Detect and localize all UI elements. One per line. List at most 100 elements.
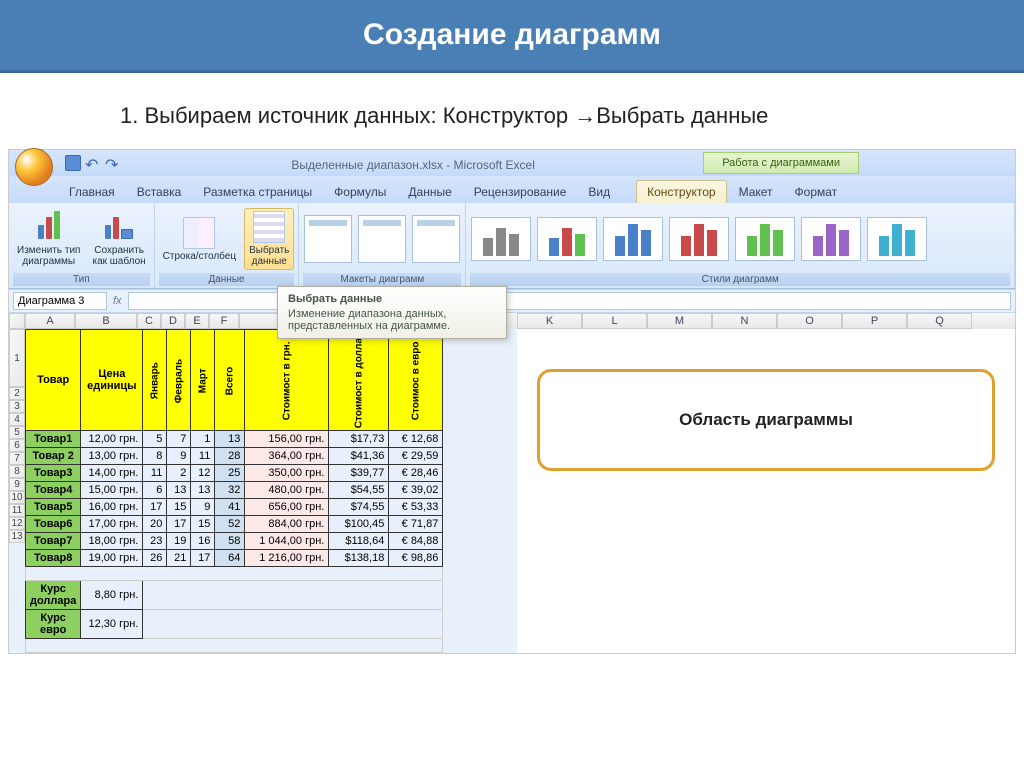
col-A[interactable]: A [25, 313, 75, 329]
table-row-name[interactable]: Товар7 [26, 533, 81, 550]
select-data-button[interactable]: Выбрать данные [244, 208, 294, 270]
table-cell[interactable]: 25 [215, 465, 245, 482]
tab-home[interactable]: Главная [59, 181, 125, 203]
hdr-mar[interactable]: Март [191, 330, 215, 431]
table-cell[interactable]: € 53,33 [389, 499, 443, 516]
table-cell[interactable]: € 28,46 [389, 465, 443, 482]
table-cell[interactable]: 14,00 грн. [81, 465, 143, 482]
table-cell[interactable]: € 71,87 [389, 516, 443, 533]
office-button[interactable] [15, 148, 53, 186]
hdr-jan[interactable]: Январь [143, 330, 167, 431]
table-cell[interactable]: $118,64 [329, 533, 389, 550]
table-cell[interactable]: 17 [167, 516, 191, 533]
tab-view[interactable]: Вид [578, 181, 620, 203]
table-cell[interactable]: € 98,86 [389, 550, 443, 567]
save-icon[interactable] [65, 155, 81, 171]
fx-icon[interactable]: fx [113, 295, 122, 307]
chart-style-1[interactable] [471, 217, 531, 261]
table-cell[interactable]: $54,55 [329, 482, 389, 499]
table-cell[interactable]: € 84,88 [389, 533, 443, 550]
table-cell[interactable]: 13 [215, 431, 245, 448]
chart-style-5[interactable] [735, 217, 795, 261]
row-12[interactable]: 12 [9, 517, 25, 530]
table-cell[interactable]: 15 [167, 499, 191, 516]
row-2[interactable]: 2 [9, 387, 25, 400]
col-N[interactable]: N [712, 313, 777, 329]
hdr-usd[interactable]: Стоимост в доллар [329, 330, 389, 431]
table-cell[interactable]: 6 [143, 482, 167, 499]
table-cell[interactable]: 58 [215, 533, 245, 550]
table-cell[interactable]: 350,00 грн. [245, 465, 329, 482]
chart-style-2[interactable] [537, 217, 597, 261]
col-L[interactable]: L [582, 313, 647, 329]
tab-format-chart[interactable]: Формат [785, 181, 848, 203]
col-C[interactable]: C [137, 313, 161, 329]
table-cell[interactable]: 19,00 грн. [81, 550, 143, 567]
table-cell[interactable]: $100,45 [329, 516, 389, 533]
row-3[interactable]: 3 [9, 400, 25, 413]
table-cell[interactable]: 19 [167, 533, 191, 550]
table-cell[interactable]: 5 [143, 431, 167, 448]
usd-rate[interactable]: 8,80 грн. [81, 581, 143, 610]
row-5[interactable]: 5 [9, 426, 25, 439]
row-6[interactable]: 6 [9, 439, 25, 452]
col-K[interactable]: K [517, 313, 582, 329]
table-cell[interactable]: 18,00 грн. [81, 533, 143, 550]
eur-rate-label[interactable]: Курс евро [26, 610, 81, 639]
table-cell[interactable]: 9 [167, 448, 191, 465]
tab-review[interactable]: Рецензирование [464, 181, 577, 203]
name-box[interactable]: Диаграмма 3 [13, 292, 107, 310]
table-cell[interactable]: 11 [143, 465, 167, 482]
row-10[interactable]: 10 [9, 491, 25, 504]
chart-layout-1[interactable] [304, 215, 352, 263]
table-cell[interactable]: $74,55 [329, 499, 389, 516]
table-cell[interactable]: € 29,59 [389, 448, 443, 465]
table-row-name[interactable]: Товар6 [26, 516, 81, 533]
table-cell[interactable]: 13 [167, 482, 191, 499]
redo-icon[interactable]: ↷ [105, 155, 121, 171]
usd-rate-label[interactable]: Курс доллара [26, 581, 81, 610]
chart-pane[interactable]: K L M N O P Q Область диаграммы [517, 313, 1015, 653]
table-cell[interactable]: € 12,68 [389, 431, 443, 448]
table-cell[interactable]: 16,00 грн. [81, 499, 143, 516]
col-D[interactable]: D [161, 313, 185, 329]
tab-data[interactable]: Данные [398, 181, 461, 203]
table-cell[interactable]: 1 044,00 грн. [245, 533, 329, 550]
col-Q[interactable]: Q [907, 313, 972, 329]
table-cell[interactable]: 26 [143, 550, 167, 567]
row-9[interactable]: 9 [9, 478, 25, 491]
table-cell[interactable]: 21 [167, 550, 191, 567]
tab-insert[interactable]: Вставка [127, 181, 192, 203]
table-cell[interactable]: 12,00 грн. [81, 431, 143, 448]
col-M[interactable]: M [647, 313, 712, 329]
table-cell[interactable]: 2 [167, 465, 191, 482]
table-row-name[interactable]: Товар4 [26, 482, 81, 499]
row-11[interactable]: 11 [9, 504, 25, 517]
table-row-name[interactable]: Товар3 [26, 465, 81, 482]
table-cell[interactable]: 11 [191, 448, 215, 465]
table-row-name[interactable]: Товар 2 [26, 448, 81, 465]
chart-style-7[interactable] [867, 217, 927, 261]
select-all-cell[interactable] [9, 313, 25, 329]
data-table[interactable]: Товар Цена единицы Январь Февраль Март В… [25, 329, 443, 653]
table-cell[interactable]: 656,00 грн. [245, 499, 329, 516]
table-cell[interactable]: $39,77 [329, 465, 389, 482]
table-cell[interactable]: 9 [191, 499, 215, 516]
formula-input[interactable] [128, 292, 1011, 310]
table-cell[interactable]: 64 [215, 550, 245, 567]
table-cell[interactable]: $17,73 [329, 431, 389, 448]
switch-row-column-button[interactable]: Строка/столбец [159, 215, 240, 264]
chart-style-4[interactable] [669, 217, 729, 261]
table-cell[interactable]: $41,36 [329, 448, 389, 465]
table-cell[interactable]: 15,00 грн. [81, 482, 143, 499]
table-cell[interactable]: 13,00 грн. [81, 448, 143, 465]
table-cell[interactable]: 15 [191, 516, 215, 533]
table-cell[interactable]: 52 [215, 516, 245, 533]
tab-layout-chart[interactable]: Макет [729, 181, 783, 203]
table-cell[interactable]: € 39,02 [389, 482, 443, 499]
table-cell[interactable]: 7 [167, 431, 191, 448]
table-cell[interactable]: 156,00 грн. [245, 431, 329, 448]
table-cell[interactable]: 1 [191, 431, 215, 448]
table-cell[interactable]: 480,00 грн. [245, 482, 329, 499]
table-cell[interactable]: 884,00 грн. [245, 516, 329, 533]
